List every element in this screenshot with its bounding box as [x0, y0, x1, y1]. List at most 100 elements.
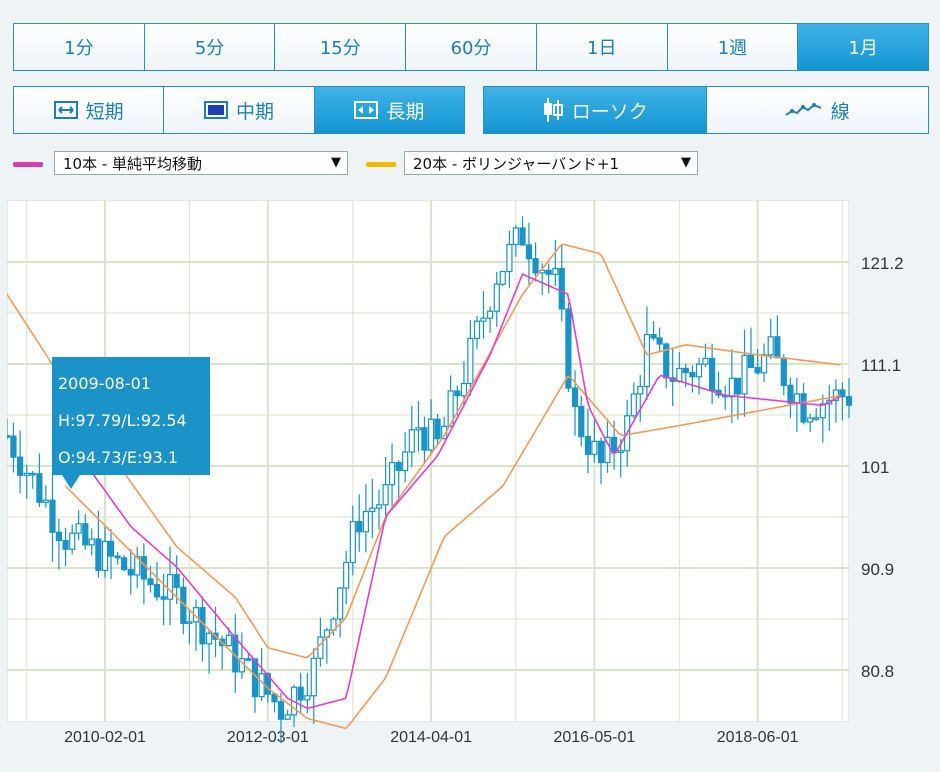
- candle-body: [349, 520, 356, 564]
- candle-body: [774, 336, 781, 359]
- candle-body: [493, 283, 500, 312]
- candle-body: [101, 540, 109, 572]
- candle-body: [284, 714, 291, 720]
- candle-body: [310, 657, 317, 697]
- y-tick-label: 80.8: [861, 662, 894, 681]
- candle-body: [225, 634, 232, 647]
- square-icon: [203, 101, 228, 119]
- timeframe-1min-button[interactable]: 1分: [14, 24, 145, 70]
- candle-body: [760, 354, 768, 374]
- x-tick-label: 2016-05-01: [553, 729, 635, 746]
- candle-body: [741, 354, 748, 395]
- candlestick-style-label: ローソク: [571, 100, 648, 123]
- candle-body: [656, 337, 663, 345]
- candle-body: [689, 371, 696, 378]
- candle-body: [637, 385, 644, 395]
- candle-body: [591, 440, 598, 455]
- timeframe-1day-button[interactable]: 1日: [536, 24, 668, 70]
- candle-body: [734, 377, 741, 395]
- candle-body: [62, 539, 69, 550]
- candle-body: [277, 701, 285, 720]
- candle-body: [682, 367, 689, 374]
- candle-body: [395, 462, 402, 472]
- tooltip-pointer: [62, 475, 80, 489]
- candle-body: [88, 538, 95, 546]
- candle-body: [545, 269, 552, 275]
- candlestick-icon: [542, 96, 564, 124]
- candle-body: [754, 366, 761, 374]
- candle-body: [610, 436, 618, 454]
- y-tick-label: 121.2: [861, 254, 904, 273]
- candle-body: [29, 472, 36, 476]
- candle-body: [114, 555, 121, 559]
- candle-body: [519, 227, 526, 246]
- candle-body: [95, 538, 102, 572]
- timeframe-60min-button[interactable]: 60分: [406, 24, 537, 70]
- candle-body: [780, 357, 787, 386]
- range-long-button[interactable]: 長期: [314, 87, 464, 133]
- candle-body: [434, 418, 441, 440]
- timeframe-1month-button[interactable]: 1月: [798, 24, 929, 70]
- line-style-button[interactable]: 線: [706, 87, 928, 133]
- timeframe-15min-button[interactable]: 15分: [275, 24, 407, 70]
- timeframe-5min-button[interactable]: 5分: [144, 24, 276, 70]
- range-medium-button[interactable]: 中期: [164, 87, 315, 133]
- candle-body: [512, 227, 519, 246]
- range-short-button[interactable]: 短期: [14, 87, 165, 133]
- candle-body: [297, 686, 304, 701]
- price-tooltip: 2009-08-01 H:97.79/L:92.54 O:94.73/E:93.…: [52, 357, 210, 475]
- candle-body: [343, 561, 350, 589]
- candle-body: [807, 417, 814, 423]
- candle-body: [186, 621, 193, 624]
- candle-body: [140, 556, 147, 580]
- candle-body: [525, 244, 533, 260]
- sma-legend-swatch: [13, 162, 43, 167]
- tooltip-high-low: H:97.79/L:92.54: [58, 411, 187, 430]
- candle-body: [147, 578, 154, 586]
- candle-body: [36, 473, 43, 503]
- candle-body: [258, 673, 265, 698]
- candle-body: [630, 393, 637, 417]
- candle-body: [506, 243, 513, 273]
- candle-body: [121, 557, 128, 571]
- candle-body: [408, 429, 415, 453]
- y-tick-label: 90.9: [861, 560, 894, 579]
- candle-body: [813, 417, 820, 420]
- x-tick-label: 2010-02-01: [64, 729, 146, 746]
- candle-body: [467, 337, 474, 385]
- candle-body: [16, 456, 24, 476]
- sma-indicator-select[interactable]: 10本 - 単純平均移動 ▼: [54, 151, 348, 175]
- tooltip-open-end: O:94.73/E:93.1: [58, 448, 179, 467]
- candle-body: [695, 363, 703, 378]
- candle-body: [428, 418, 435, 451]
- bollinger-indicator-label: 20本 - ボリンジャーバンド+1: [413, 154, 619, 173]
- range-bar: 短期 中期 長期: [13, 86, 465, 134]
- candle-body: [82, 523, 89, 546]
- candle-body: [304, 695, 311, 701]
- bollinger-indicator-select[interactable]: 20本 - ボリンジャーバンド+1 ▼: [404, 151, 698, 175]
- candle-body: [487, 310, 494, 319]
- line-style-label: 線: [830, 100, 850, 123]
- x-axis-panel: [7, 722, 940, 748]
- candle-body: [747, 354, 755, 369]
- candle-body: [55, 531, 63, 542]
- candle-body: [702, 357, 709, 365]
- line-chart-icon: [785, 102, 823, 118]
- candle-body: [356, 520, 363, 533]
- candle-body: [421, 427, 428, 451]
- candle-body: [578, 405, 585, 438]
- candlestick-style-button[interactable]: ローソク: [484, 87, 707, 133]
- chart-style-bar: ローソク 線: [483, 86, 929, 134]
- bollinger-legend-swatch: [366, 162, 396, 167]
- candle-body: [75, 523, 82, 534]
- candle-body: [845, 396, 853, 406]
- candle-body: [23, 472, 30, 476]
- candle-body: [787, 384, 794, 404]
- candle-body: [205, 632, 213, 645]
- candle-body: [617, 450, 624, 454]
- timeframe-1week-button[interactable]: 1週: [667, 24, 799, 70]
- candle-body: [3, 435, 11, 438]
- candle-body: [728, 377, 735, 398]
- candle-body: [767, 336, 774, 356]
- candle-body: [375, 504, 383, 509]
